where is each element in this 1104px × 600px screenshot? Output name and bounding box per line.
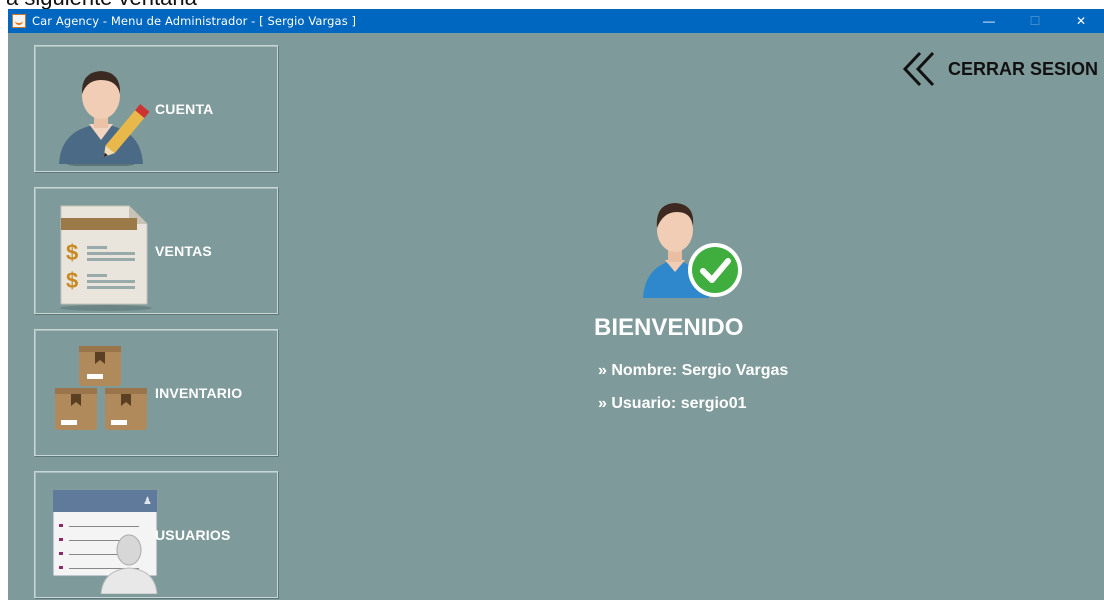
svg-text:$: $ — [66, 240, 78, 265]
window-title: Car Agency - Menu de Administrador - [ S… — [32, 14, 357, 28]
username-line: » Usuario: sergio01 — [598, 395, 747, 412]
usuarios-label: USUARIOS — [155, 526, 231, 543]
inventory-boxes-icon — [55, 346, 147, 430]
svg-text:$: $ — [66, 268, 78, 293]
usuarios-button[interactable]: ♟ USUARIOS — [34, 471, 278, 598]
title-bar[interactable]: Car Agency - Menu de Administrador - [ S… — [8, 9, 1104, 33]
close-button[interactable]: ✕ — [1058, 9, 1104, 33]
window-controls: — ☐ ✕ — [966, 9, 1104, 33]
app-window: Car Agency - Menu de Administrador - [ S… — [8, 9, 1104, 600]
maximize-button[interactable]: ☐ — [1012, 9, 1058, 33]
minimize-button[interactable]: — — [966, 9, 1012, 33]
sales-document-icon: $ $ — [60, 205, 152, 311]
cerrar-sesion-button[interactable]: CERRAR SESION — [900, 49, 1098, 89]
user-name-line: » Nombre: Sergio Vargas — [598, 362, 789, 379]
user-verified-icon — [643, 203, 742, 298]
users-directory-icon: ♟ — [52, 489, 158, 594]
cuenta-button[interactable]: CUENTA — [34, 45, 278, 172]
ventas-button[interactable]: $ $ VENTAS — [34, 187, 278, 314]
inventario-label: INVENTARIO — [155, 384, 243, 401]
cerrar-sesion-label: CERRAR SESION — [947, 58, 1098, 79]
cuenta-label: CUENTA — [155, 100, 214, 117]
inventario-button[interactable]: INVENTARIO — [34, 329, 278, 456]
welcome-title: BIENVENIDO — [594, 314, 744, 341]
double-chevron-left-icon — [902, 51, 935, 87]
ventas-label: VENTAS — [155, 242, 212, 259]
svg-text:♟: ♟ — [143, 496, 152, 507]
java-app-icon — [12, 14, 26, 28]
account-edit-icon — [59, 71, 150, 166]
